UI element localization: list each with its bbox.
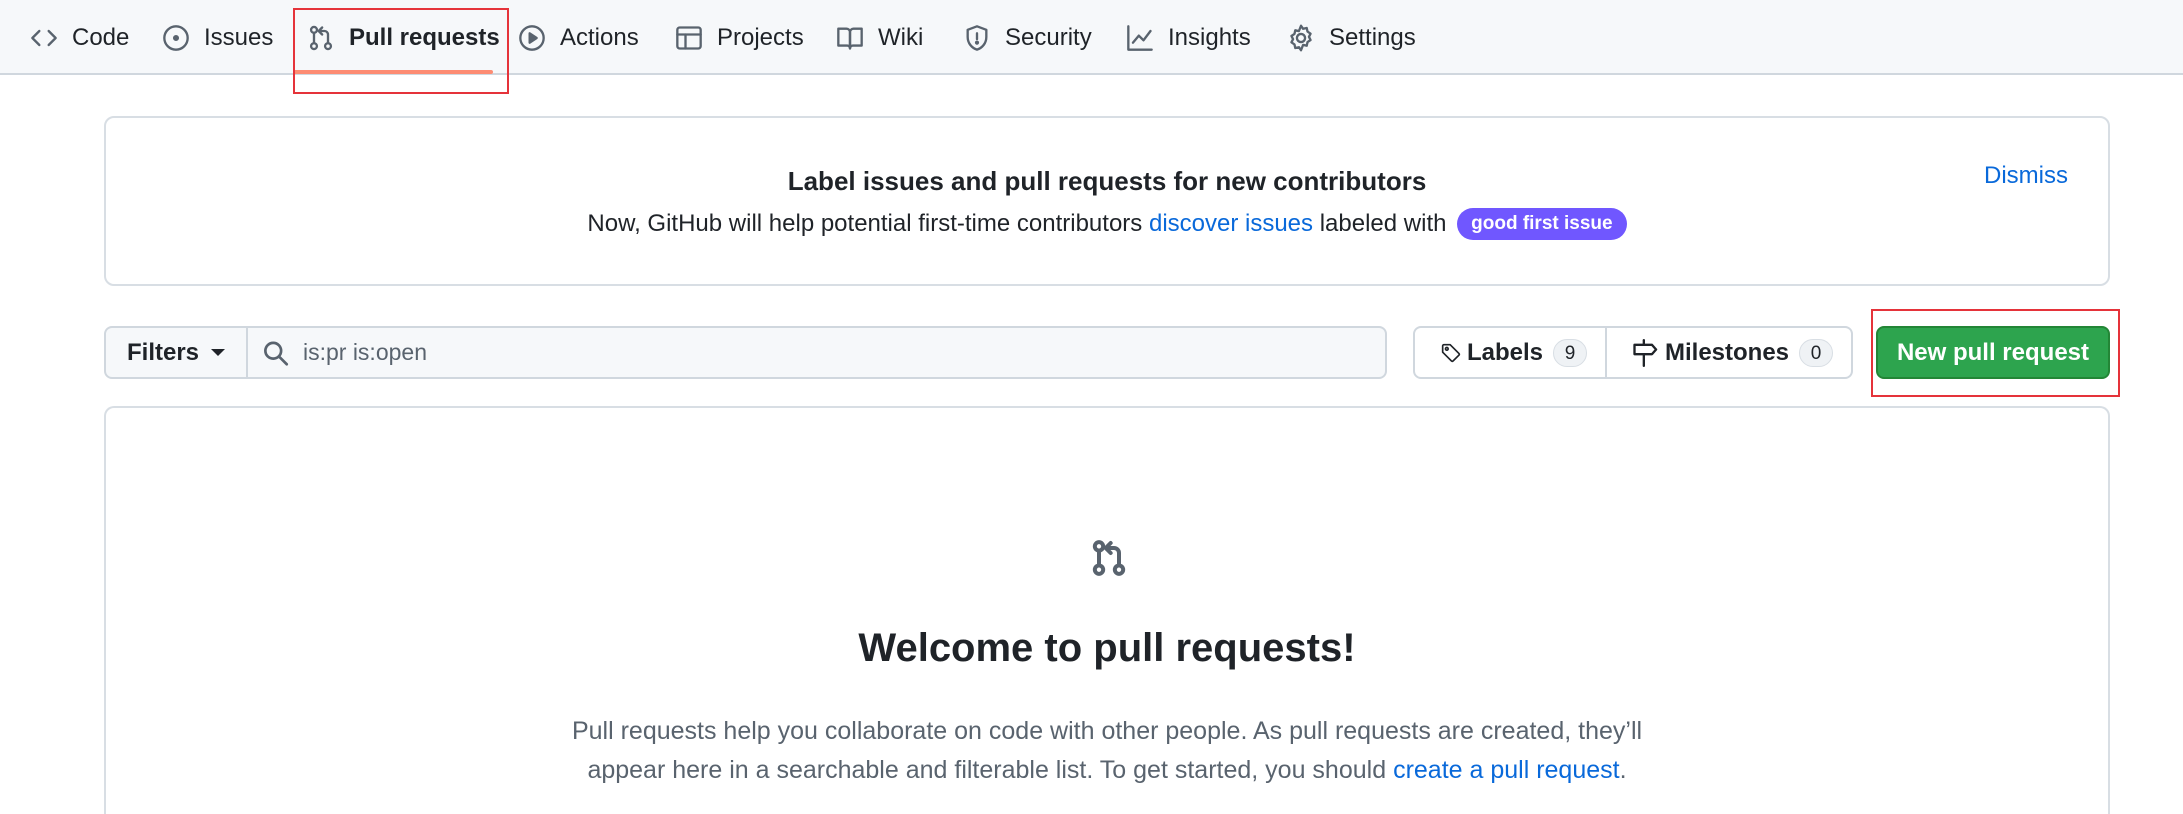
tab-actions[interactable]: Actions [518, 0, 639, 75]
tab-issues-label: Issues [204, 23, 274, 51]
tab-projects-label: Projects [717, 23, 804, 51]
filter-bar: Filters [104, 326, 1387, 379]
dismiss-button[interactable]: Dismiss [1984, 162, 2068, 190]
git-pull-request-icon [1092, 540, 1126, 576]
banner-text: Now, GitHub will help potential first-ti… [106, 208, 2108, 240]
play-icon [519, 24, 545, 51]
labels-milestones-group: Labels 9 Milestones 0 [1413, 326, 1854, 379]
create-pull-request-link[interactable]: create a pull request [1393, 756, 1620, 784]
tab-wiki-label: Wiki [878, 23, 924, 51]
milestones-button[interactable]: Milestones 0 [1607, 326, 1854, 379]
tab-pull-requests-label: Pull requests [349, 23, 500, 51]
labels-button-label: Labels [1466, 338, 1543, 366]
tab-settings-label: Settings [1329, 23, 1416, 51]
search-input[interactable] [302, 339, 1385, 366]
tab-insights[interactable]: Insights [1126, 0, 1251, 75]
new-pull-request-button[interactable]: New pull request [1876, 326, 2110, 379]
search-box[interactable] [248, 326, 1387, 379]
git-pull-request-icon [309, 25, 333, 50]
blankslate-description: Pull requests help you collaborate on co… [106, 712, 2108, 790]
issue-opened-icon [163, 24, 189, 51]
milestones-count: 0 [1799, 338, 1834, 367]
blankslate-line-2-text: appear here in a searchable and filterab… [587, 756, 1387, 784]
shield-icon [966, 24, 988, 51]
blankslate-title: Welcome to pull requests! [858, 626, 1356, 670]
tab-projects[interactable]: Projects [675, 0, 804, 75]
milestone-icon [1633, 338, 1658, 367]
book-icon [837, 27, 863, 50]
milestones-button-label: Milestones [1665, 338, 1790, 366]
labels-button[interactable]: Labels 9 [1413, 326, 1607, 379]
tab-actions-label: Actions [560, 23, 639, 51]
search-icon [264, 341, 289, 366]
banner-title: Label issues and pull requests for new c… [787, 166, 1427, 196]
tab-code-label: Code [72, 23, 130, 51]
filters-button-label: Filters [126, 338, 200, 366]
blankslate-line-1: Pull requests help you collaborate on co… [571, 717, 1643, 745]
tab-pull-requests[interactable]: Pull requests [307, 0, 500, 75]
tab-security-label: Security [1005, 23, 1092, 51]
new-contributors-banner: Label issues and pull requests for new c… [104, 116, 2110, 286]
tag-icon [1441, 343, 1461, 362]
tab-settings[interactable]: Settings [1287, 0, 1416, 75]
code-icon [31, 29, 57, 46]
tab-code[interactable]: Code [30, 0, 129, 75]
caret-down-icon [211, 349, 226, 356]
blankslate-line-2: appear here in a searchable and filterab… [106, 751, 2108, 790]
graph-icon [1127, 24, 1153, 51]
pull-requests-blankslate: Welcome to pull requests! Pull requests … [104, 406, 2110, 814]
filters-button[interactable]: Filters [104, 326, 248, 379]
tab-issues[interactable]: Issues [162, 0, 273, 75]
discover-issues-link[interactable]: discover issues [1149, 210, 1313, 237]
tab-security[interactable]: Security [963, 0, 1092, 75]
gear-icon [1290, 24, 1312, 51]
table-icon [676, 25, 702, 50]
good-first-issue-label[interactable]: good first issue [1457, 208, 1627, 240]
banner-text-after: labeled with [1319, 210, 1447, 237]
selected-tab-underline [293, 70, 493, 74]
blankslate-line-2-end: . [1619, 756, 1627, 784]
repo-nav: Code Issues Pull requests Actions Projec… [0, 0, 2183, 75]
labels-count: 9 [1553, 338, 1587, 367]
tab-wiki[interactable]: Wiki [836, 0, 923, 75]
tab-insights-label: Insights [1168, 23, 1251, 51]
banner-text-before: Now, GitHub will help potential first-ti… [587, 210, 1143, 237]
